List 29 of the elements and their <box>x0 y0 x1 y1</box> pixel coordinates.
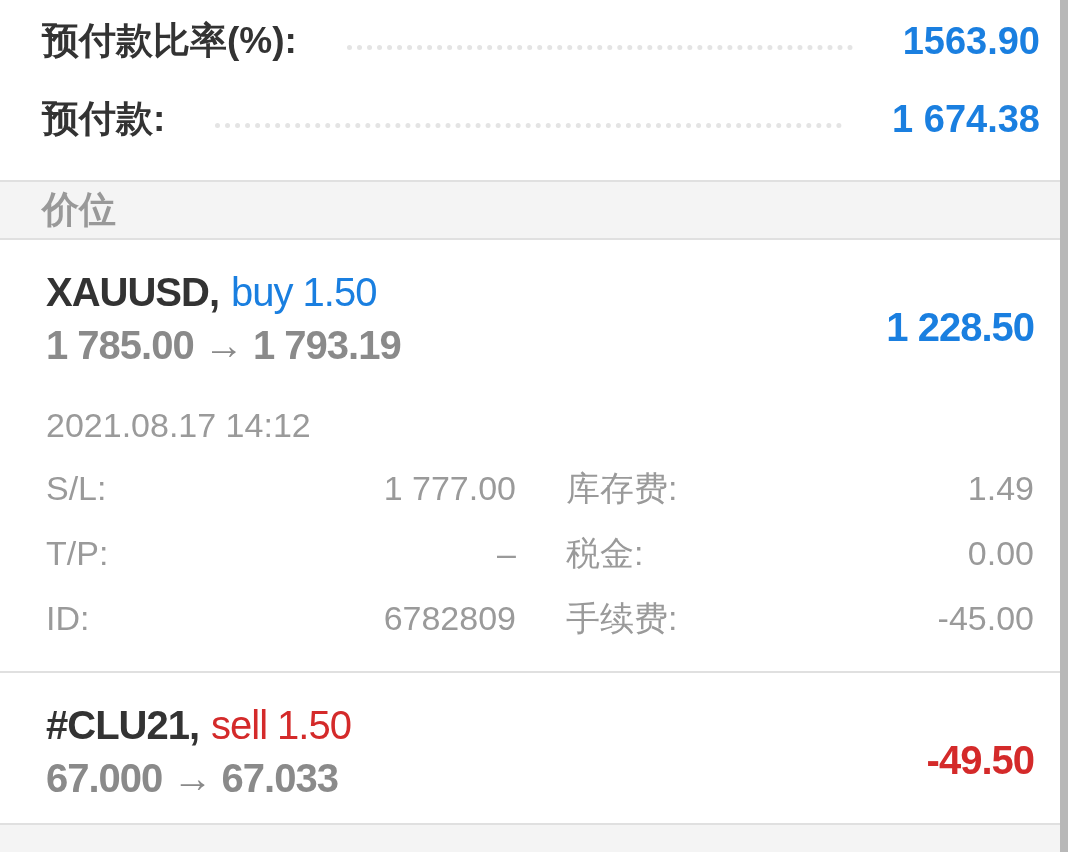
detail-label: 税金: <box>566 532 645 574</box>
section-title: 价位 <box>42 188 116 232</box>
field-label: 预付款: <box>42 97 166 142</box>
trade-volume: 1.50 <box>302 268 377 316</box>
trade-type: sell <box>211 701 268 749</box>
price-change: 1 785.00 → 1 793.19 <box>46 321 402 369</box>
detail-value: -45.00 <box>936 597 1034 639</box>
detail-value: 1 777.00 <box>382 467 516 509</box>
detail-label: S/L: <box>46 467 108 509</box>
symbol-name: #CLU21, <box>46 701 200 749</box>
open-time: 2021.08.17 14:12 <box>46 404 312 446</box>
field-value: 1563.90 <box>902 18 1040 64</box>
detail-value: – <box>496 532 516 574</box>
profit-value: 1 228.50 <box>886 303 1034 351</box>
detail-value: 1.49 <box>966 467 1034 509</box>
trade-type: buy <box>231 268 293 316</box>
profit-value: -49.50 <box>926 736 1034 784</box>
detail-label: T/P: <box>46 532 110 574</box>
field-value: 1 674.38 <box>892 96 1040 142</box>
symbol-name: XAUUSD, <box>46 268 220 316</box>
detail-value: 6782809 <box>382 597 516 639</box>
trade-volume: 1.50 <box>277 701 351 749</box>
field-label: 预付款比率(%): <box>42 19 297 64</box>
price-change: 67.000 → 67.033 <box>46 754 339 802</box>
detail-label: ID: <box>46 597 91 639</box>
detail-label: 库存费: <box>566 467 679 509</box>
detail-label: 手续费: <box>566 597 679 639</box>
detail-value: 0.00 <box>966 532 1034 574</box>
scroll-bar[interactable] <box>1060 0 1068 852</box>
